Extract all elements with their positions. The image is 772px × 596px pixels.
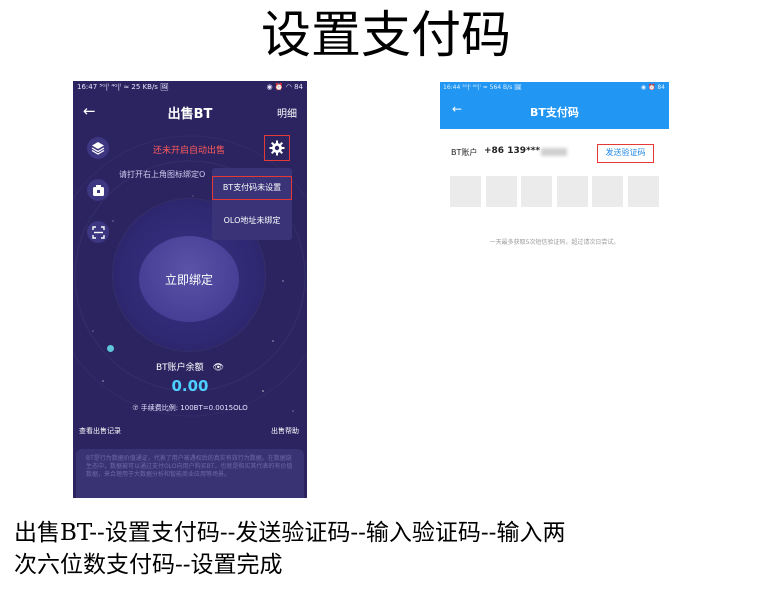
- caption-line-1: 出售BT--设置支付码--发送验证码--输入验证码--输入两: [14, 520, 566, 546]
- caption-line-2: 次六位数支付码--设置完成: [14, 552, 283, 578]
- settings-button[interactable]: [264, 135, 290, 161]
- status-right: ◉ ⏰ ◠ 84: [266, 83, 303, 91]
- code-box[interactable]: [627, 176, 659, 207]
- status-left: 16:47 ⁵ᴳ|ˡ ⁴ᴳ|ˡ ≈ 25 KB/s 🖼: [77, 83, 170, 91]
- balance-label-row: BT账户余额 👁: [73, 360, 307, 373]
- code-box[interactable]: [556, 176, 588, 207]
- code-box[interactable]: [521, 176, 553, 207]
- code-box[interactable]: [485, 176, 517, 207]
- app-header: ← 出售BT 明细: [73, 97, 307, 129]
- sell-records-link[interactable]: 查看出售记录: [79, 426, 121, 436]
- code-box[interactable]: [592, 176, 624, 207]
- masked-digits: [541, 148, 567, 156]
- menu-item-olo-address[interactable]: OLO地址未绑定: [212, 209, 292, 233]
- menu-item-pay-code[interactable]: BT支付码未设置: [212, 176, 292, 200]
- page-title: BT支付码: [530, 106, 579, 119]
- scan-icon[interactable]: [87, 221, 109, 243]
- status-bar: 16:47 ⁵ᴳ|ˡ ⁴ᴳ|ˡ ≈ 25 KB/s 🖼 ◉ ⏰ ◠ 84: [73, 81, 307, 94]
- eye-icon[interactable]: 👁: [213, 363, 224, 373]
- caption: 出售BT--设置支付码--发送验证码--输入验证码--输入两 次六位数支付码--…: [14, 517, 764, 581]
- balance-label: BT账户余额: [156, 363, 204, 373]
- bind-now-button[interactable]: 立即绑定: [139, 236, 239, 322]
- status-left: 16:44 ⁵ᴳ|ˡ ⁴ᴳ|ˡ ≈ 564 B/s 🖼: [443, 84, 522, 91]
- settings-menu: BT支付码未设置 OLO地址未绑定: [212, 168, 292, 240]
- code-box[interactable]: [450, 176, 481, 207]
- planet-decoration: [107, 345, 114, 352]
- app-header: 16:44 ⁵ᴳ|ˡ ⁴ᴳ|ˡ ≈ 564 B/s 🖼 ◉ ⏰ 84 ← BT支…: [440, 82, 669, 129]
- detail-link[interactable]: 明细: [277, 105, 297, 120]
- account-label: BT账户: [451, 148, 478, 157]
- bind-hint: 请打开右上角图标绑定O: [119, 170, 206, 179]
- pay-code-screen: 16:44 ⁵ᴳ|ˡ ⁴ᴳ|ˡ ≈ 564 B/s 🖼 ◉ ⏰ 84 ← BT支…: [440, 82, 669, 256]
- send-code-button[interactable]: 发送验证码: [597, 144, 654, 163]
- page-title: 出售BT: [167, 107, 213, 122]
- sms-limit-note: 一天最多获取5次短信验证码，超过请次日尝试。: [489, 239, 620, 246]
- auto-sell-warning: 还未开启自动出售: [153, 146, 226, 156]
- document-title: 设置支付码: [261, 6, 511, 64]
- status-right: ◉ ⏰ 84: [640, 84, 665, 91]
- layers-icon[interactable]: [87, 137, 109, 159]
- wallet-icon[interactable]: [87, 179, 109, 201]
- bind-now-label: 立即绑定: [164, 272, 213, 287]
- gear-icon: [269, 140, 285, 156]
- balance-value: 0.00: [171, 377, 209, 395]
- account-number: +86 139***: [484, 146, 541, 156]
- fee-ratio: ⑦ 手续费比例: 100BT=0.0015OLO: [132, 404, 248, 412]
- info-card: BT是行为数据价值通证，代表了用户被遇权后的真实有效行为数据。在数据链生态中，数…: [76, 449, 304, 498]
- sell-bt-screen: 16:47 ⁵ᴳ|ˡ ⁴ᴳ|ˡ ≈ 25 KB/s 🖼 ◉ ⏰ ◠ 84 ← 出…: [73, 81, 307, 498]
- sell-help-link[interactable]: 出售帮助: [271, 426, 299, 436]
- code-input-group: [450, 176, 659, 207]
